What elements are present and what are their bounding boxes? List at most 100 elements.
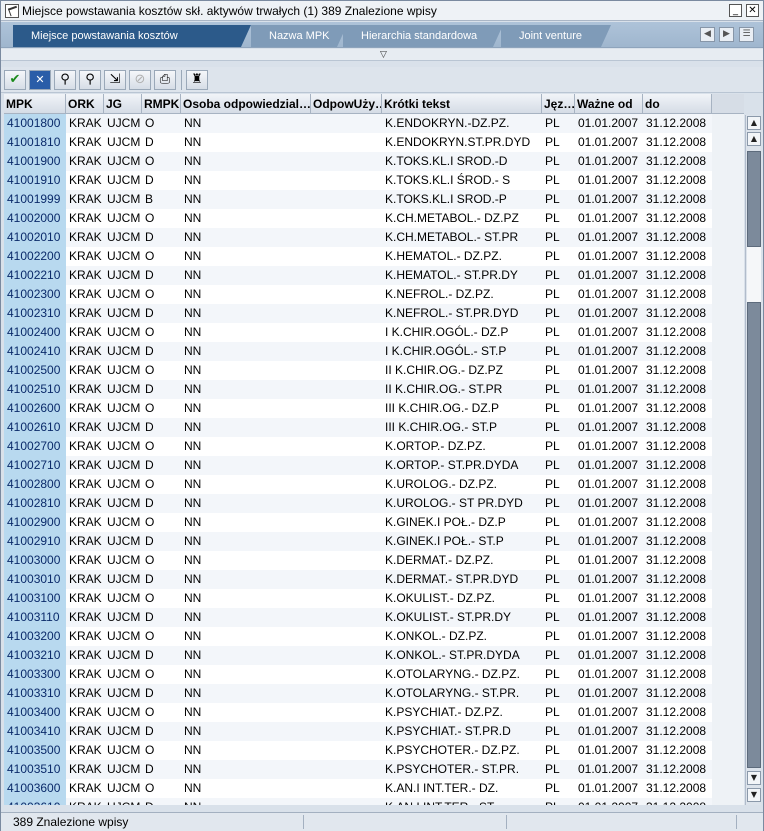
cell-mpk[interactable]: 41002510 [4, 380, 66, 399]
cell-jezyk[interactable]: PL [542, 798, 575, 805]
column-header-odpow-uzytkownik[interactable]: OdpowUży… [311, 94, 382, 114]
cell-wazne-od[interactable]: 01.01.2007 [575, 152, 643, 171]
cell-ork[interactable]: KRAK [66, 190, 104, 209]
cell-odpow-uzytkownik[interactable] [311, 665, 382, 684]
cell-wazne-od[interactable]: 01.01.2007 [575, 228, 643, 247]
cell-jezyk[interactable]: PL [542, 703, 575, 722]
cell-wazne-od[interactable]: 01.01.2007 [575, 266, 643, 285]
cell-mpk[interactable]: 41003510 [4, 760, 66, 779]
table-row[interactable]: 41002310 KRAK UJCM D NN K.NEFROL.- ST.PR.DYD P… [4, 304, 712, 323]
cell-jezyk[interactable]: PL [542, 570, 575, 589]
cell-jg[interactable]: UJCM [104, 494, 142, 513]
cell-ork[interactable]: KRAK [66, 589, 104, 608]
cell-odpow-uzytkownik[interactable] [311, 304, 382, 323]
cell-rmpk[interactable]: D [142, 304, 181, 323]
cell-krotki-tekst[interactable]: II K.CHIR.OG.- ST.PR [382, 380, 542, 399]
cell-odpow-uzytkownik[interactable] [311, 627, 382, 646]
cell-odpow-uzytkownik[interactable] [311, 513, 382, 532]
cell-krotki-tekst[interactable]: K.TOKS.KL.I SROD.-P [382, 190, 542, 209]
cell-ork[interactable]: KRAK [66, 323, 104, 342]
cell-wazne-od[interactable]: 01.01.2007 [575, 133, 643, 152]
table-row[interactable]: 41003100 KRAK UJCM O NN K.OKULIST.- DZ.PZ. PL 0… [4, 589, 712, 608]
cell-do[interactable]: 31.12.2008 [643, 285, 712, 304]
cell-jg[interactable]: UJCM [104, 228, 142, 247]
cell-do[interactable]: 31.12.2008 [643, 665, 712, 684]
cell-rmpk[interactable]: O [142, 285, 181, 304]
cell-ork[interactable]: KRAK [66, 114, 104, 133]
cell-rmpk[interactable]: O [142, 209, 181, 228]
cell-krotki-tekst[interactable]: III K.CHIR.OG.- ST.P [382, 418, 542, 437]
cell-krotki-tekst[interactable]: K.GINEK.I POŁ.- DZ.P [382, 513, 542, 532]
cell-wazne-od[interactable]: 01.01.2007 [575, 247, 643, 266]
cell-do[interactable]: 31.12.2008 [643, 361, 712, 380]
cell-wazne-od[interactable]: 01.01.2007 [575, 589, 643, 608]
cell-odpow-uzytkownik[interactable] [311, 760, 382, 779]
cell-jezyk[interactable]: PL [542, 209, 575, 228]
cell-osoba-odpowiedzialna[interactable]: NN [181, 247, 311, 266]
cell-krotki-tekst[interactable]: K.ORTOP.- ST.PR.DYDA [382, 456, 542, 475]
scroll-down-icon[interactable]: ▼ [747, 771, 761, 785]
cell-ork[interactable]: KRAK [66, 380, 104, 399]
cell-rmpk[interactable]: D [142, 798, 181, 805]
cell-krotki-tekst[interactable]: K.TOKS.KL.I SROD.-D [382, 152, 542, 171]
cell-jg[interactable]: UJCM [104, 304, 142, 323]
cell-odpow-uzytkownik[interactable] [311, 361, 382, 380]
cell-mpk[interactable]: 41003200 [4, 627, 66, 646]
cell-do[interactable]: 31.12.2008 [643, 722, 712, 741]
cell-rmpk[interactable]: D [142, 570, 181, 589]
cell-wazne-od[interactable]: 01.01.2007 [575, 190, 643, 209]
cell-jezyk[interactable]: PL [542, 741, 575, 760]
table-row[interactable]: 41002800 KRAK UJCM O NN K.UROLOG.- DZ.PZ. PL 01… [4, 475, 712, 494]
cell-do[interactable]: 31.12.2008 [643, 798, 712, 805]
cell-jg[interactable]: UJCM [104, 418, 142, 437]
cell-jezyk[interactable]: PL [542, 646, 575, 665]
cell-ork[interactable]: KRAK [66, 646, 104, 665]
cell-odpow-uzytkownik[interactable] [311, 152, 382, 171]
cell-osoba-odpowiedzialna[interactable]: NN [181, 399, 311, 418]
cell-mpk[interactable]: 41003500 [4, 741, 66, 760]
cell-osoba-odpowiedzialna[interactable]: NN [181, 266, 311, 285]
cell-mpk[interactable]: 41002300 [4, 285, 66, 304]
binoculars-next-icon[interactable]: ⚲ [79, 69, 101, 90]
cell-osoba-odpowiedzialna[interactable]: NN [181, 608, 311, 627]
cell-do[interactable]: 31.12.2008 [643, 209, 712, 228]
cell-odpow-uzytkownik[interactable] [311, 228, 382, 247]
column-header-osoba-odpowiedzialna[interactable]: Osoba odpowiedzial… [181, 94, 311, 114]
cell-do[interactable]: 31.12.2008 [643, 760, 712, 779]
cell-jg[interactable]: UJCM [104, 589, 142, 608]
cell-odpow-uzytkownik[interactable] [311, 380, 382, 399]
cell-osoba-odpowiedzialna[interactable]: NN [181, 684, 311, 703]
table-row[interactable]: 41003610KRAKUJCMDNN K.AN.I INT.TER.- ST.P… [4, 798, 712, 805]
cell-do[interactable]: 31.12.2008 [643, 133, 712, 152]
cell-wazne-od[interactable]: 01.01.2007 [575, 665, 643, 684]
cell-ork[interactable]: KRAK [66, 684, 104, 703]
cell-jezyk[interactable]: PL [542, 418, 575, 437]
cell-ork[interactable]: KRAK [66, 513, 104, 532]
cell-jg[interactable]: UJCM [104, 342, 142, 361]
cell-ork[interactable]: KRAK [66, 570, 104, 589]
cell-jezyk[interactable]: PL [542, 475, 575, 494]
cell-jezyk[interactable]: PL [542, 171, 575, 190]
cell-jg[interactable]: UJCM [104, 323, 142, 342]
cell-odpow-uzytkownik[interactable] [311, 342, 382, 361]
cell-rmpk[interactable]: O [142, 779, 181, 798]
cell-wazne-od[interactable]: 01.01.2007 [575, 114, 643, 133]
cell-jezyk[interactable]: PL [542, 551, 575, 570]
cell-mpk[interactable]: 41001810 [4, 133, 66, 152]
cell-mpk[interactable]: 41003310 [4, 684, 66, 703]
cell-krotki-tekst[interactable]: III K.CHIR.OG.- DZ.P [382, 399, 542, 418]
cell-wazne-od[interactable]: 01.01.2007 [575, 513, 643, 532]
cell-rmpk[interactable]: O [142, 475, 181, 494]
table-row[interactable]: 41002000 KRAK UJCM O NN K.CH.METABOL.- DZ.PZ P… [4, 209, 712, 228]
cell-jezyk[interactable]: PL [542, 532, 575, 551]
cell-krotki-tekst[interactable]: K.OTOLARYNG.- DZ.PZ. [382, 665, 542, 684]
binoculars-icon[interactable]: ⚲ [54, 69, 76, 90]
column-header-jg[interactable]: JG [104, 94, 142, 114]
cell-ork[interactable]: KRAK [66, 627, 104, 646]
table-row[interactable]: 41002500 KRAK UJCM O NN II K.CHIR.OG.- DZ.PZ P… [4, 361, 712, 380]
cell-do[interactable]: 31.12.2008 [643, 646, 712, 665]
cell-rmpk[interactable]: O [142, 399, 181, 418]
table-row[interactable]: 41002010 KRAK UJCM D NN K.CH.METABOL.- ST.PR P… [4, 228, 712, 247]
cell-rmpk[interactable]: D [142, 171, 181, 190]
cell-krotki-tekst[interactable]: K.AN.I INT.TER.- DZ. [382, 779, 542, 798]
